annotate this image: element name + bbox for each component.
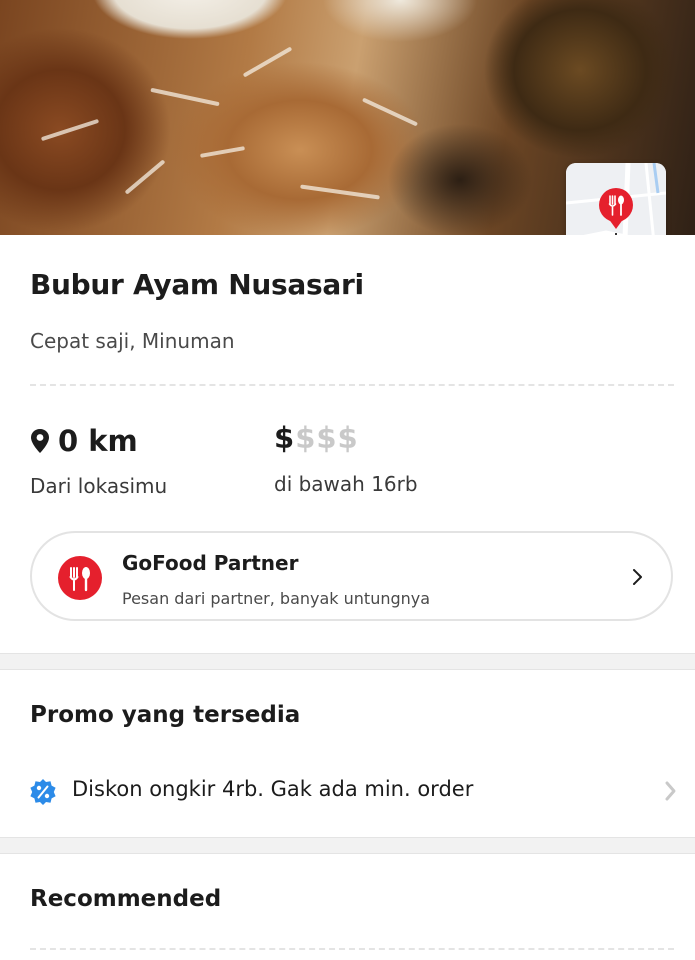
restaurant-name: Bubur Ayam Nusasari: [30, 268, 364, 301]
price-label: di bawah 16rb: [274, 472, 418, 496]
promo-text: Diskon ongkir 4rb. Gak ada min. order: [72, 777, 474, 801]
section-separator: [0, 837, 695, 854]
section-separator: [0, 653, 695, 670]
distance-label: Dari lokasimu: [30, 474, 168, 498]
partner-title: GoFood Partner: [122, 551, 299, 575]
distance-value: 0 km: [30, 424, 138, 458]
divider: [30, 948, 674, 950]
partner-subtitle: Pesan dari partner, banyak untungnya: [122, 589, 431, 608]
divider: [30, 384, 674, 386]
chevron-right-icon: [633, 569, 642, 585]
price-level: $$$$: [274, 421, 359, 455]
gofood-partner-card[interactable]: GoFood Partner Pesan dari partner, banya…: [30, 531, 673, 621]
price-level-inactive: $$$: [295, 421, 359, 455]
chevron-right-icon: [665, 781, 676, 801]
fork-spoon-icon: [58, 556, 102, 600]
price-level-active: $: [274, 421, 296, 455]
promo-heading: Promo yang tersedia: [30, 702, 301, 728]
recommended-heading: Recommended: [30, 886, 222, 912]
restaurant-categories: Cepat saji, Minuman: [30, 329, 235, 353]
location-pin-icon: [31, 429, 49, 453]
distance-text: 0 km: [58, 424, 138, 458]
discount-badge-icon: [30, 779, 56, 805]
promo-item[interactable]: Diskon ongkir 4rb. Gak ada min. order: [0, 765, 695, 817]
